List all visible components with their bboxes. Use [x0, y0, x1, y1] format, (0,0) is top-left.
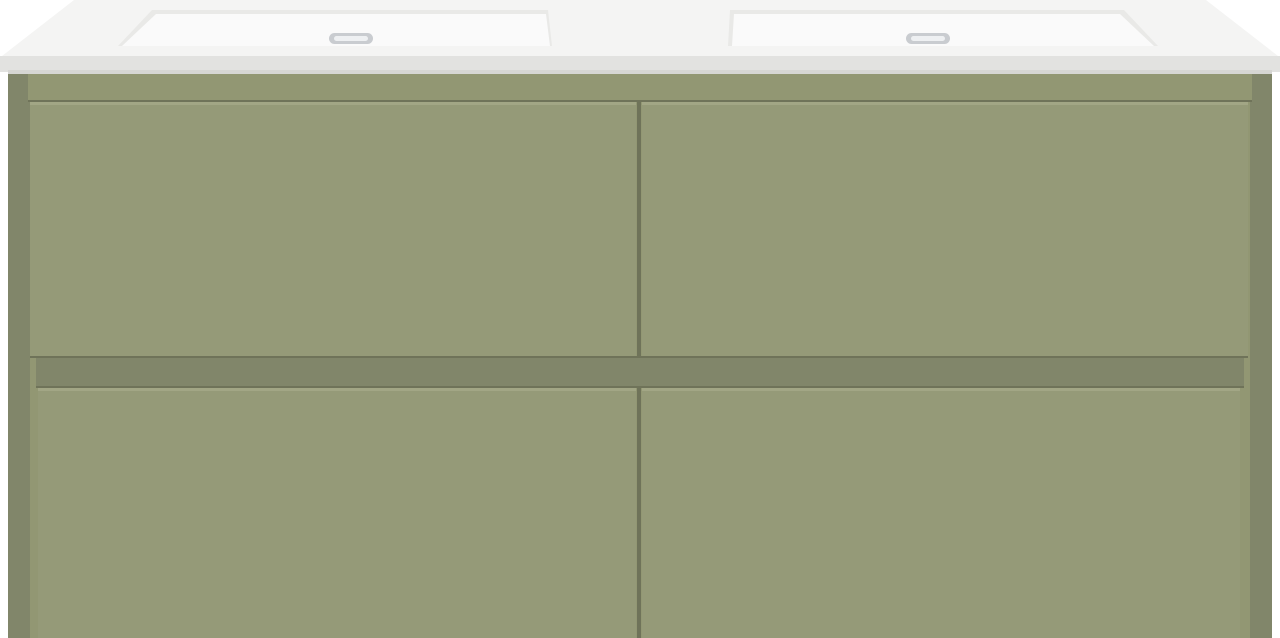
- overflow-drain-left-icon: [329, 33, 373, 44]
- cabinet-side-right: [1250, 70, 1272, 638]
- drawer-bottom-right: [642, 388, 1240, 638]
- cabinet-side-left: [8, 70, 30, 638]
- vanity-illustration: [0, 0, 1280, 638]
- vanity-product-image: [0, 0, 1280, 638]
- cabinet-top-rail: [28, 74, 1252, 100]
- drawer-top-right: [642, 102, 1248, 356]
- cabinet-middle-rail: [36, 358, 1244, 386]
- drawer-top-left: [30, 102, 636, 356]
- drawer-bottom-left: [38, 388, 636, 638]
- overflow-drain-right-icon: [906, 33, 950, 44]
